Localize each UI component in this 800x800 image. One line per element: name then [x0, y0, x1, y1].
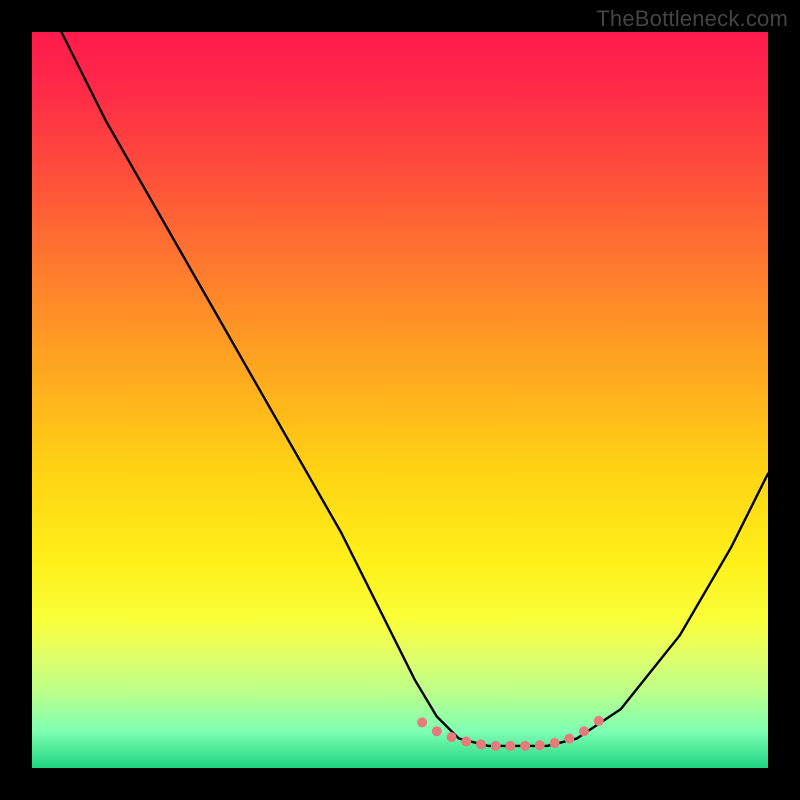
optimal-marker-dot: [564, 734, 574, 744]
optimal-marker-dot: [432, 726, 442, 736]
optimal-marker-dot: [535, 740, 545, 750]
optimal-marker-dot: [520, 741, 530, 751]
optimal-marker-dot: [579, 726, 589, 736]
bottleneck-curve-svg: [32, 32, 768, 768]
optimal-marker-dot: [505, 741, 515, 751]
optimal-marker-dot: [594, 716, 604, 726]
watermark-text: TheBottleneck.com: [596, 6, 788, 32]
optimal-region-markers: [417, 716, 604, 751]
chart-frame: TheBottleneck.com: [0, 0, 800, 800]
optimal-marker-dot: [550, 738, 560, 748]
optimal-marker-dot: [461, 737, 471, 747]
bottleneck-curve-path: [61, 32, 768, 746]
optimal-marker-dot: [417, 717, 427, 727]
optimal-marker-dot: [491, 741, 501, 751]
optimal-marker-dot: [476, 739, 486, 749]
optimal-marker-dot: [447, 732, 457, 742]
